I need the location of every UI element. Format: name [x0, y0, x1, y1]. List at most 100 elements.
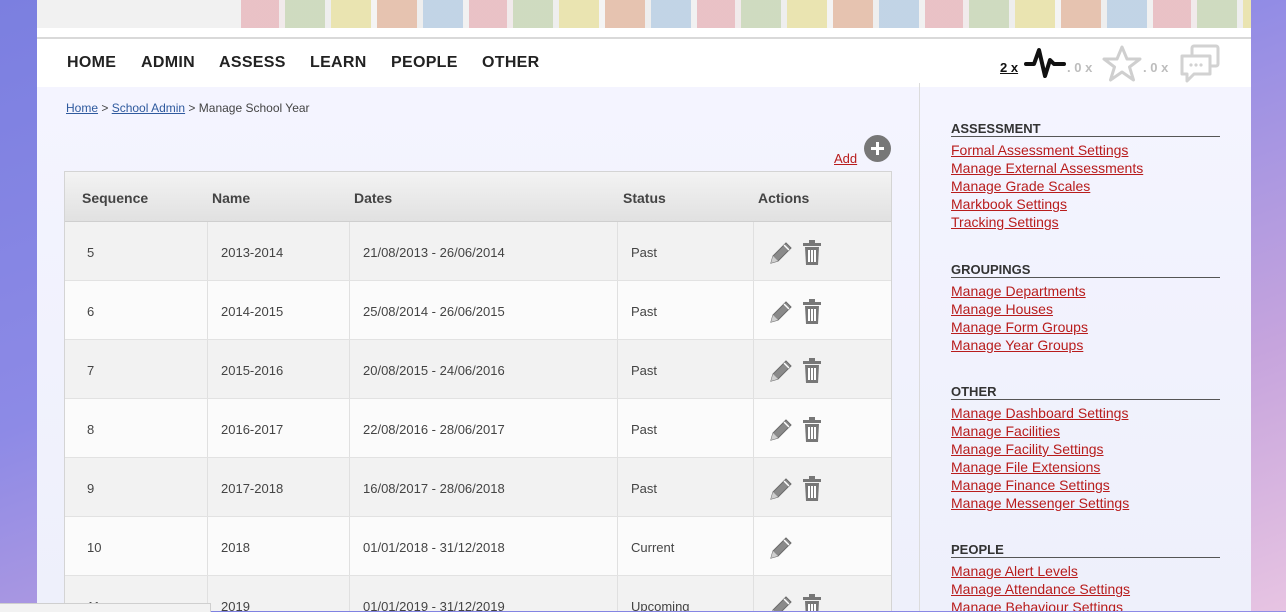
trash-icon[interactable] [800, 357, 824, 390]
sidebar-link[interactable]: Manage Facilities [951, 422, 1060, 440]
cell-sequence-container: 7 [65, 340, 207, 398]
sidebar-link[interactable]: Manage External Assessments [951, 159, 1143, 177]
alerts-count: 2 x [1000, 60, 1019, 75]
column-header-sequence[interactable]: Sequence [82, 190, 148, 206]
sidebar-divider [919, 83, 920, 611]
sidebar: ASSESSMENT Formal Assessment Settings Mana… [951, 87, 1251, 611]
cell-dates-container: 01/01/2018 - 31/12/2018 [349, 517, 618, 575]
page-container: HOME ADMIN ASSESS LEARN PEOPLE OTHER 2 x… [37, 0, 1251, 611]
sidebar-link[interactable]: Manage Messenger Settings [951, 494, 1129, 512]
sidebar-link[interactable]: Manage Attendance Settings [951, 580, 1130, 598]
table-row: 7 2015-2016 20/08/2015 - 24/06/2016 Past [65, 340, 891, 399]
sidebar-link[interactable]: Tracking Settings [951, 213, 1059, 231]
sidebar-section-title: OTHER [951, 384, 1220, 400]
trash-icon[interactable] [800, 593, 824, 611]
breadcrumb-current: Manage School Year [198, 101, 310, 115]
nav-people[interactable]: PEOPLE [391, 54, 458, 72]
table-header: Sequence Name Dates Status Actions [65, 172, 891, 222]
pencil-icon[interactable] [767, 534, 795, 567]
pencil-icon[interactable] [767, 298, 795, 331]
cell-sequence-container: 6 [65, 281, 207, 339]
trash-icon[interactable] [800, 298, 824, 331]
breadcrumb: Home > School Admin > Manage School Year [66, 101, 310, 115]
plus-circle-icon[interactable] [864, 135, 891, 162]
cell-name-container: 2014-2015 [207, 281, 350, 339]
nav-admin[interactable]: ADMIN [141, 54, 195, 72]
cell-sequence-container: 10 [65, 517, 207, 575]
cell-dates: 20/08/2015 - 24/06/2016 [363, 363, 505, 378]
cell-sequence-container: 5 [65, 222, 207, 280]
pencil-icon[interactable] [767, 416, 795, 449]
breadcrumb-home[interactable]: Home [66, 101, 98, 115]
sidebar-link[interactable]: Manage Behaviour Settings [951, 598, 1123, 611]
cell-status: Upcoming [631, 599, 690, 611]
cell-actions [753, 458, 891, 516]
likes-count: . 0 x [1067, 60, 1093, 75]
cell-status: Past [631, 481, 658, 496]
header-banner [37, 0, 1251, 28]
cell-name-container: 2015-2016 [207, 340, 350, 398]
sidebar-link[interactable]: Formal Assessment Settings [951, 141, 1128, 159]
cell-status-container: Past [617, 458, 754, 516]
column-header-dates[interactable]: Dates [354, 190, 392, 206]
alerts-notification[interactable]: 2 x [1000, 48, 1070, 88]
sidebar-link[interactable]: Manage Houses [951, 300, 1053, 318]
column-header-name[interactable]: Name [212, 190, 250, 206]
sidebar-link[interactable]: Manage Year Groups [951, 336, 1083, 354]
breadcrumb-school-admin[interactable]: School Admin [112, 101, 185, 115]
main-nav: HOME ADMIN ASSESS LEARN PEOPLE OTHER 2 x… [37, 44, 1251, 88]
sidebar-link[interactable]: Manage Alert Levels [951, 562, 1078, 580]
cell-dates-container: 20/08/2015 - 24/06/2016 [349, 340, 618, 398]
column-header-status[interactable]: Status [623, 190, 666, 206]
cell-sequence: 7 [87, 363, 95, 378]
cell-status: Past [631, 304, 658, 319]
cell-dates: 01/01/2018 - 31/12/2018 [363, 540, 505, 555]
cell-name: 2014-2015 [221, 304, 284, 319]
pencil-icon[interactable] [767, 475, 795, 508]
cell-status: Current [631, 540, 675, 555]
sidebar-link[interactable]: Manage Facility Settings [951, 440, 1104, 458]
cell-dates-container: 22/08/2016 - 28/06/2017 [349, 399, 618, 457]
nav-home[interactable]: HOME [67, 54, 116, 72]
sidebar-link[interactable]: Markbook Settings [951, 195, 1067, 213]
pencil-icon[interactable] [767, 357, 795, 390]
cell-status-container: Past [617, 281, 754, 339]
pencil-icon[interactable] [767, 239, 795, 272]
messages-notification[interactable]: . 0 x [1143, 44, 1223, 88]
cell-dates-container: 16/08/2017 - 28/06/2018 [349, 458, 618, 516]
sidebar-link[interactable]: Manage Form Groups [951, 318, 1088, 336]
cell-name: 2019 [221, 599, 250, 611]
trash-icon[interactable] [800, 239, 824, 272]
cell-status: Past [631, 422, 658, 437]
cell-actions [753, 399, 891, 457]
cell-name: 2016-2017 [221, 422, 284, 437]
sidebar-link[interactable]: Manage Departments [951, 282, 1086, 300]
table-row: 8 2016-2017 22/08/2016 - 28/06/2017 Past [65, 399, 891, 458]
cell-sequence: 6 [87, 304, 95, 319]
school-year-table: Sequence Name Dates Status Actions 5 2013… [64, 171, 892, 611]
sidebar-link[interactable]: Manage Finance Settings [951, 476, 1110, 494]
messages-count: . 0 x [1143, 60, 1169, 75]
sidebar-link[interactable]: Manage File Extensions [951, 458, 1100, 476]
cell-dates: 21/08/2013 - 26/06/2014 [363, 245, 505, 260]
cell-status: Past [631, 363, 658, 378]
trash-icon[interactable] [800, 416, 824, 449]
main-content: Home > School Admin > Manage School Year… [37, 87, 919, 611]
nav-assess[interactable]: ASSESS [219, 54, 286, 72]
cell-status-container: Current [617, 517, 754, 575]
nav-learn[interactable]: LEARN [310, 54, 367, 72]
cell-dates: 25/08/2014 - 26/06/2015 [363, 304, 505, 319]
breadcrumb-separator: > [98, 101, 112, 115]
add-link[interactable]: Add [834, 151, 857, 166]
sidebar-link[interactable]: Manage Grade Scales [951, 177, 1090, 195]
sidebar-link[interactable]: Manage Dashboard Settings [951, 404, 1128, 422]
pencil-icon[interactable] [767, 593, 795, 611]
banner-image [241, 0, 1251, 28]
cell-status-container: Upcoming [617, 576, 754, 611]
column-header-actions: Actions [758, 190, 810, 206]
likes-notification[interactable]: . 0 x [1067, 45, 1142, 88]
trash-icon[interactable] [800, 475, 824, 508]
cell-dates-container: 25/08/2014 - 26/06/2015 [349, 281, 618, 339]
banner-divider [37, 37, 1251, 39]
nav-other[interactable]: OTHER [482, 54, 540, 72]
